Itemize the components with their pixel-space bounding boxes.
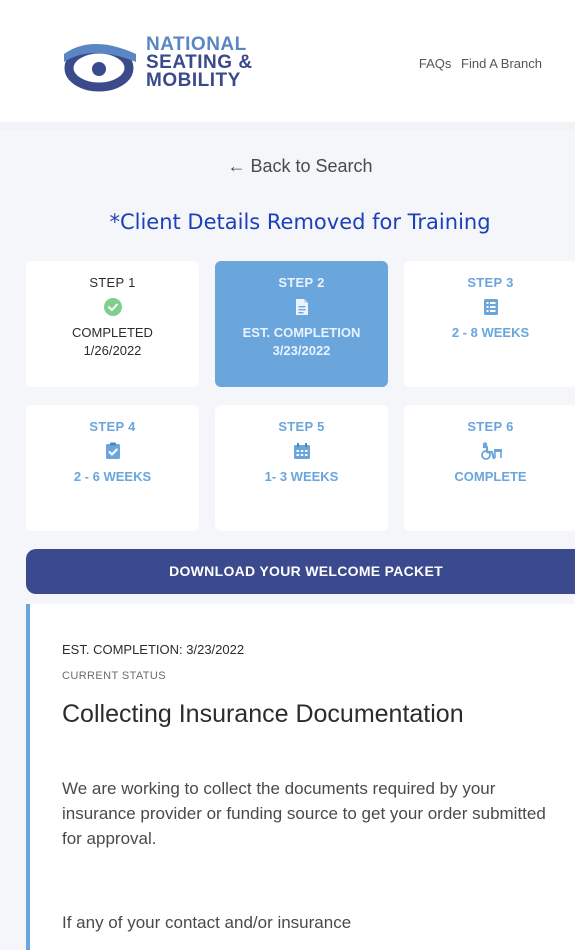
header: NATIONAL SEATING & MOBILITY FAQs Find A …	[0, 0, 575, 122]
current-status-panel: EST. COMPLETION: 3/23/2022 CURRENT STATU…	[26, 604, 575, 950]
step-label: STEP 5	[278, 419, 325, 434]
step-label: STEP 2	[278, 275, 325, 290]
step-label: STEP 4	[89, 419, 136, 434]
step-card-6[interactable]: STEP 6 COMPLETE	[404, 405, 575, 531]
nav-faqs[interactable]: FAQs	[419, 56, 452, 71]
status-title: Collecting Insurance Documentation	[62, 700, 464, 728]
step-card-3[interactable]: STEP 3 2 - 8 WEEKS	[404, 261, 575, 387]
logo[interactable]: NATIONAL SEATING & MOBILITY	[62, 35, 277, 96]
step-status: COMPLETE	[454, 469, 527, 484]
step-card-2[interactable]: STEP 2 EST. COMPLETION 3/23/2022	[215, 261, 388, 387]
est-completion: EST. COMPLETION: 3/23/2022	[62, 642, 245, 657]
nav-find-branch[interactable]: Find A Branch	[461, 56, 542, 71]
step-card-4[interactable]: STEP 4 2 - 6 WEEKS	[26, 405, 199, 531]
step-date: 3/23/2022	[272, 343, 331, 358]
logo-mark-icon	[64, 44, 136, 92]
download-welcome-packet-button[interactable]: DOWNLOAD YOUR WELCOME PACKET	[26, 549, 575, 594]
page: NATIONAL SEATING & MOBILITY FAQs Find A …	[0, 0, 575, 950]
step-card-5[interactable]: STEP 5 1- 3 WEEKS	[215, 405, 388, 531]
wheelchair-icon	[480, 442, 502, 460]
step-status: 1- 3 WEEKS	[264, 469, 339, 484]
back-to-search-link[interactable]: ← Back to Search	[0, 156, 575, 177]
check-circle-icon	[103, 298, 122, 316]
step-date: 1/26/2022	[83, 343, 142, 358]
document-icon	[295, 299, 308, 315]
logo-line-3: MOBILITY	[146, 70, 241, 91]
step-label: STEP 6	[467, 419, 514, 434]
training-notice: *Client Details Removed for Training	[109, 210, 491, 234]
list-icon	[483, 299, 498, 315]
calendar-icon	[293, 443, 310, 459]
status-description-continued: If any of your contact and/or insurance	[62, 913, 352, 932]
step-status: 2 - 8 WEEKS	[451, 325, 530, 340]
step-status: EST. COMPLETION	[242, 325, 361, 340]
header-divider	[0, 122, 575, 130]
current-status-label: CURRENT STATUS	[62, 670, 166, 682]
top-nav: FAQs Find A Branch	[413, 56, 542, 71]
step-label: STEP 1	[89, 275, 136, 290]
logo-text: NATIONAL SEATING & MOBILITY	[146, 35, 253, 91]
step-status: COMPLETED	[72, 325, 153, 340]
main-content: ← Back to Search *Client Details Removed…	[0, 130, 575, 950]
step-label: STEP 3	[467, 275, 514, 290]
step-status: 2 - 6 WEEKS	[73, 469, 152, 484]
status-accent-bar	[26, 604, 30, 950]
status-description: We are working to collect the documents …	[62, 779, 546, 848]
step-card-1[interactable]: STEP 1 COMPLETED 1/26/2022	[26, 261, 199, 387]
clipboard-check-icon	[105, 442, 120, 459]
